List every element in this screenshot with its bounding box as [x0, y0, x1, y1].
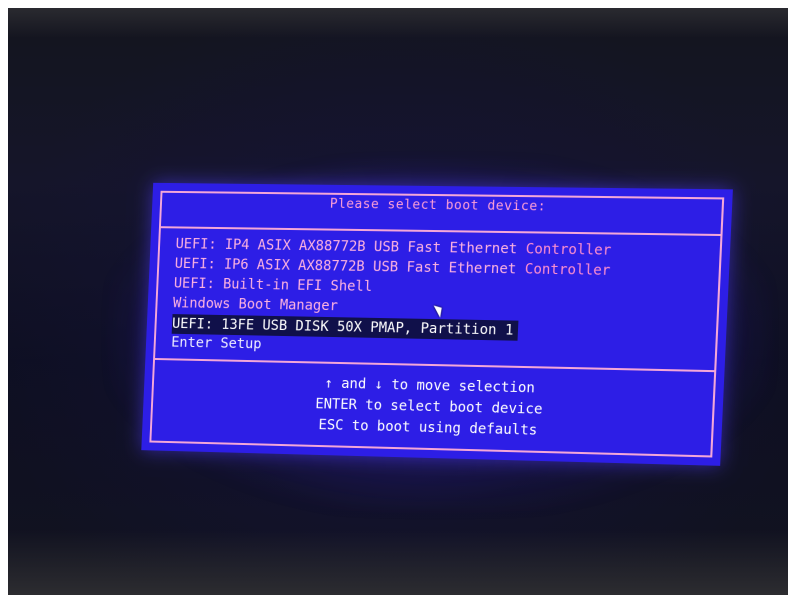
boot-option-label-accent: Controller — [525, 241, 612, 259]
monitor-bezel-top — [8, 8, 788, 38]
boot-device-dialog: Please select boot device: UEFI: IP4 ASI… — [141, 182, 733, 466]
monitor-bezel-bottom — [8, 530, 788, 595]
boot-option-label: Enter Setup — [170, 334, 262, 353]
boot-device-list: UEFI: IP4 ASIX AX88772B USB Fast Etherne… — [171, 234, 696, 363]
boot-option-label-accent: Controller — [524, 261, 611, 279]
boot-option-label: UEFI: Built-in EFI Shell — [173, 275, 373, 295]
photo: Please select boot device: UEFI: IP4 ASI… — [0, 0, 788, 595]
boot-option-label: Windows Boot Manager — [172, 295, 339, 315]
